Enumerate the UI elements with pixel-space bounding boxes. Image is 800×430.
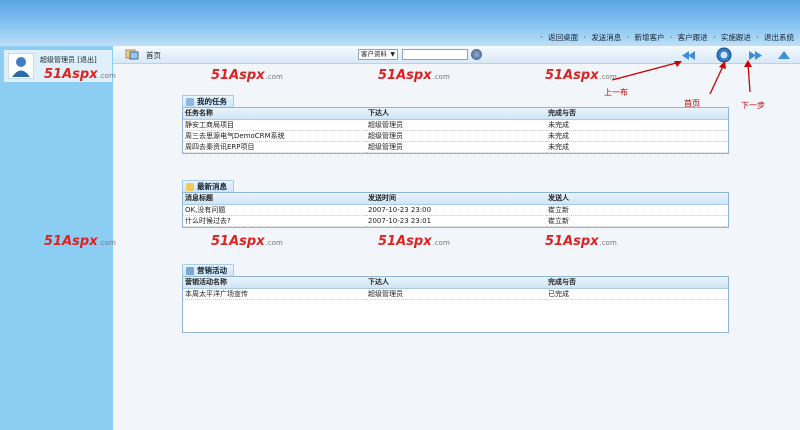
column-header: 发送人 (546, 193, 728, 205)
news-panel: 最新消息 消息标题 发送时间 发送人 OK,没有问题 2007-10-23 23… (182, 180, 729, 228)
column-header: 任务名称 (183, 108, 366, 120)
watermark: 51Aspx.com (378, 68, 450, 83)
link-implement-followup[interactable]: · 实施跟进 (713, 33, 751, 42)
marketing-tab: 营销活动 (182, 264, 234, 276)
top-header: · 返回桌面 · 发送消息 · 新增客户 · 客户跟进 · 实施跟进 · 退出系… (0, 0, 800, 46)
table-row[interactable]: OK,没有问题 2007-10-23 23:00 崔立新 (183, 204, 728, 216)
tasks-table: 任务名称 下达人 完成与否 静安工商局项目 超级管理员 未完成 周三去思源电气D… (182, 107, 729, 154)
tasks-tab: 我的任务 (182, 95, 234, 107)
message-title[interactable]: OK,没有问题 (183, 204, 366, 216)
home-icon[interactable] (125, 49, 139, 60)
assigner: 超级管理员 (366, 141, 546, 153)
panel-title: 最新消息 (182, 180, 729, 192)
watermark: 51Aspx.com (44, 67, 116, 82)
assigner: 超级管理员 (366, 130, 546, 142)
table-empty-area (183, 300, 728, 332)
top-links: · 返回桌面 · 发送消息 · 新增客户 · 客户跟进 · 实施跟进 · 退出系… (537, 32, 794, 43)
chevron-down-icon: ▼ (390, 51, 395, 58)
table-row[interactable]: 本周太平洋广场宣传 超级管理员 已完成 (183, 288, 728, 300)
message-icon (186, 182, 194, 191)
search-type-select[interactable]: 客户资料 ▼ (358, 49, 398, 60)
avatar-icon (8, 53, 34, 79)
task-icon (186, 97, 194, 106)
column-header: 营销活动名称 (183, 277, 366, 289)
status: 未完成 (546, 119, 728, 131)
logout-link[interactable]: [退出] (77, 56, 96, 64)
watermark: 51Aspx.com (378, 234, 450, 249)
link-new-customer[interactable]: · 新增客户 (627, 33, 665, 42)
user-name: 超级管理员 [退出] (40, 56, 97, 64)
column-header: 下达人 (366, 277, 546, 289)
column-header: 完成与否 (546, 108, 728, 120)
status: 已完成 (546, 288, 728, 300)
news-table: 消息标题 发送时间 发送人 OK,没有问题 2007-10-23 23:00 崔… (182, 192, 729, 228)
send-time: 2007-10-23 23:01 (366, 215, 546, 227)
task-name[interactable]: 周四去秦资讯ERP项目 (183, 141, 366, 153)
news-tab: 最新消息 (182, 180, 234, 192)
search-input[interactable] (402, 49, 468, 60)
table-row[interactable]: 周四去秦资讯ERP项目 超级管理员 未完成 (183, 141, 728, 153)
link-customer-followup[interactable]: · 客户跟进 (670, 33, 708, 42)
panel-title: 营销活动 (182, 264, 729, 276)
annotation-next: 下一步 (741, 101, 765, 110)
task-name[interactable]: 周三去思源电气DemoCRM系统 (183, 130, 366, 142)
send-time: 2007-10-23 23:00 (366, 204, 546, 216)
message-title[interactable]: 什么时候过去? (183, 215, 366, 227)
marketing-icon (186, 266, 194, 275)
activity-name[interactable]: 本周太平洋广场宣传 (183, 288, 366, 300)
status: 未完成 (546, 130, 728, 142)
breadcrumb-home[interactable]: 首页 (146, 50, 161, 61)
task-name[interactable]: 静安工商局项目 (183, 119, 366, 131)
assigner: 超级管理员 (366, 119, 546, 131)
marketing-table: 营销活动名称 下达人 完成与否 本周太平洋广场宣传 超级管理员 已完成 (182, 276, 729, 333)
table-header-row: 消息标题 发送时间 发送人 (183, 193, 728, 205)
watermark: 51Aspx.com (44, 234, 116, 249)
table-header-row: 营销活动名称 下达人 完成与否 (183, 277, 728, 289)
column-header: 下达人 (366, 108, 546, 120)
table-header-row: 任务名称 下达人 完成与否 (183, 108, 728, 120)
assigner: 超级管理员 (366, 288, 546, 300)
table-row[interactable]: 什么时候过去? 2007-10-23 23:01 崔立新 (183, 215, 728, 227)
column-header: 发送时间 (366, 193, 546, 205)
link-exit-system[interactable]: · 退出系统 (756, 33, 794, 42)
tasks-panel: 我的任务 任务名称 下达人 完成与否 静安工商局项目 超级管理员 未完成 周三去… (182, 95, 729, 154)
link-desktop[interactable]: · 返回桌面 (540, 33, 578, 42)
marketing-panel: 营销活动 营销活动名称 下达人 完成与否 本周太平洋广场宣传 超级管理员 已完成 (182, 264, 729, 333)
status: 未完成 (546, 141, 728, 153)
table-row[interactable]: 周三去思源电气DemoCRM系统 超级管理员 未完成 (183, 130, 728, 142)
watermark: 51Aspx.com (211, 68, 283, 83)
table-row[interactable]: 静安工商局项目 超级管理员 未完成 (183, 119, 728, 131)
watermark: 51Aspx.com (211, 234, 283, 249)
sender: 崔立新 (546, 204, 728, 216)
watermark: 51Aspx.com (545, 234, 617, 249)
panel-title: 我的任务 (182, 95, 729, 107)
column-header: 完成与否 (546, 277, 728, 289)
sender: 崔立新 (546, 215, 728, 227)
link-send-message[interactable]: · 发送消息 (584, 33, 622, 42)
column-header: 消息标题 (183, 193, 366, 205)
go-icon[interactable] (471, 49, 482, 60)
